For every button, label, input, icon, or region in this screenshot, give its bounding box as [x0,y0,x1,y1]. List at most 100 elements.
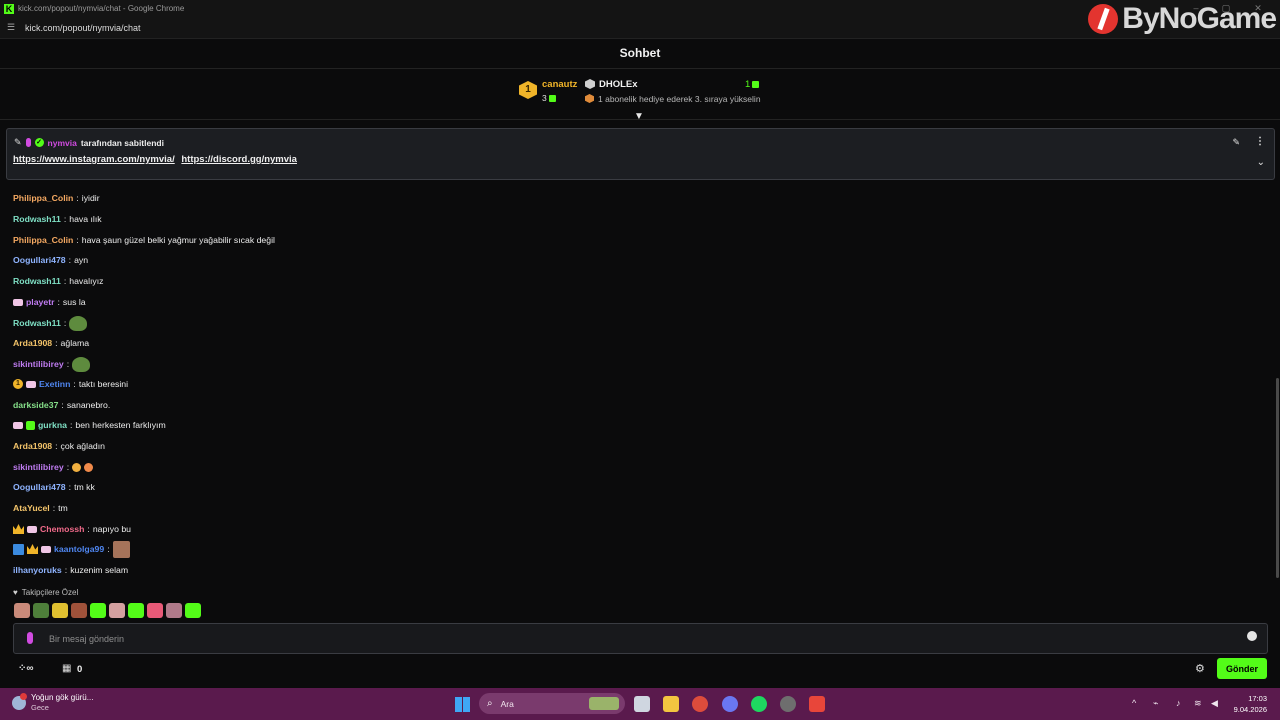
message-user[interactable]: Rodwash11 [13,276,61,286]
message-text: sananebro. [66,400,111,410]
chat-message: Rodwash11: hava ılık [13,214,102,224]
chat-message: 1 Exetinn: taktı beresini [13,377,128,391]
face-emote-icon [112,540,130,558]
current-user-name[interactable]: DHOLEx [599,79,638,90]
chrome-icon[interactable] [692,696,708,712]
microphone-tray-icon[interactable]: ♪ [1176,698,1181,708]
message-user[interactable]: Arda1908 [13,441,52,451]
points-count: 0 [77,664,83,675]
subscriber-badge-icon [27,525,37,533]
url-text[interactable]: kick.com/popout/nymvia/chat [25,23,141,33]
emote-icon[interactable] [71,603,87,618]
message-user[interactable]: sikintilibirey [13,359,64,369]
chat-message: sikintilibirey: [13,460,94,474]
pinned-by-user[interactable]: nymvia [48,138,77,148]
message-user[interactable]: Oogullari478 [13,482,66,492]
send-button[interactable]: Gönder [1217,658,1267,679]
chevron-down-icon[interactable]: ⌄ [1257,157,1265,168]
message-user[interactable]: Rodwash11 [13,214,61,224]
file-explorer-icon[interactable] [663,696,679,712]
spotify-icon[interactable] [751,696,767,712]
message-user[interactable]: Oogullari478 [13,255,66,265]
emote-icon[interactable] [14,603,30,618]
message-user[interactable]: Chemossh [40,524,84,534]
emote-icon[interactable] [52,603,68,618]
store-icon[interactable]: ▦ [62,663,71,674]
subscriber-badge-icon [26,380,36,388]
leader-name[interactable]: canautz [542,79,577,90]
message-user[interactable]: AtaYucel [13,503,50,513]
flex-emoji-icon [72,462,82,472]
emote-icon[interactable] [147,603,163,618]
emote-icon[interactable] [185,603,201,618]
emote-tray [14,603,201,618]
chat-scrollbar[interactable] [1276,378,1279,578]
emote-icon[interactable] [33,603,49,618]
network-icon[interactable]: ⌁ [1153,698,1158,709]
settings-icon[interactable]: ⚙ [1195,662,1205,675]
message-text: taktı beresini [78,379,129,389]
windows-start-icon[interactable] [455,697,470,712]
chat-message: darkside37: sananebro. [13,400,111,410]
sunglasses-emoji-icon [84,462,94,472]
app-icon[interactable] [809,696,825,712]
gifter-badge-icon: 1 [13,379,23,389]
message-user[interactable]: ilhanyoruks [13,565,62,575]
channel-points-icon[interactable]: ⁘∞ [18,663,34,674]
followers-only-label: Takipçilere Özel [21,588,79,597]
message-user[interactable]: Philippa_Colin [13,235,73,245]
collapse-leaderboard-icon[interactable]: ▼ [634,111,644,122]
weather-widget[interactable]: Yoğun gök gürü... Gece [12,692,93,712]
tray-expand-icon[interactable]: ^ [1132,698,1136,708]
site-settings-icon[interactable]: ☰ [7,22,17,33]
message-user[interactable]: Philippa_Colin [13,193,73,203]
chat-message: Philippa_Colin: hava şaun güzel belki ya… [13,235,275,245]
rank-up-icon [585,94,594,103]
wifi-icon[interactable]: ≋ [1194,698,1202,709]
message-user[interactable]: playetr [26,297,55,307]
taskbar-search[interactable]: ⌕ Ara [479,693,625,714]
discord-link[interactable]: https://discord.gg/nymvia [181,154,297,165]
chat-footer: ⁘∞ ▦ 0 ⚙ Gönder [0,656,1280,682]
chat-message: playetr: sus la [13,295,86,309]
rank-badge-icon: 1 [519,81,537,99]
subscriber-badge-icon [13,421,23,429]
gift-badge-icon [26,420,35,430]
discord-icon[interactable] [722,696,738,712]
pin-icon: ✎ [14,137,22,147]
chat-message-list[interactable]: Philippa_Colin: iyidir Rodwash11: hava ı… [13,172,1263,582]
message-user[interactable]: gurkna [38,420,67,430]
message-user[interactable]: darkside37 [13,400,58,410]
broadcaster-badge-icon [25,138,31,147]
volume-icon[interactable]: ◀ [1211,698,1218,709]
task-view-icon[interactable] [634,696,650,712]
message-input[interactable] [47,630,1231,648]
message-user[interactable]: sikintilibirey [13,462,64,472]
clock[interactable]: 17:03 9.04.2026 [1233,693,1267,715]
emote-icon[interactable] [109,603,125,618]
message-text: iyidir [81,193,100,203]
search-icon: ⌕ [487,698,493,709]
message-user[interactable]: Arda1908 [13,338,52,348]
chat-message: Arda1908: çok ağladın [13,441,105,451]
chat-input-box[interactable] [13,623,1268,654]
emote-icon[interactable] [128,603,144,618]
emoji-picker-icon[interactable] [1247,631,1257,641]
current-user-count: 1 [745,79,760,90]
more-options-icon[interactable]: ⋮ [1255,136,1265,147]
clock-date: 9.04.2026 [1233,705,1267,714]
message-text: hava şaun güzel belki yağmur yağabilir s… [81,235,275,245]
subscriber-badge-icon [13,298,23,306]
unpin-icon[interactable]: ✎ [1232,137,1240,148]
instagram-link[interactable]: https://www.instagram.com/nymvia/ [13,154,175,165]
emote-icon[interactable] [166,603,182,618]
chat-message: Rodwash11: havalıyız [13,276,104,286]
bynogame-wordmark: ByNoGame [1122,2,1277,35]
message-user[interactable]: Rodwash11 [13,318,61,328]
subscriber-badge-icon [41,545,51,553]
steam-icon[interactable] [780,696,796,712]
message-user[interactable]: kaantolga99 [54,544,104,554]
message-user[interactable]: Exetinn [39,379,70,389]
emote-icon[interactable] [90,603,106,618]
microphone-icon[interactable] [27,632,33,644]
